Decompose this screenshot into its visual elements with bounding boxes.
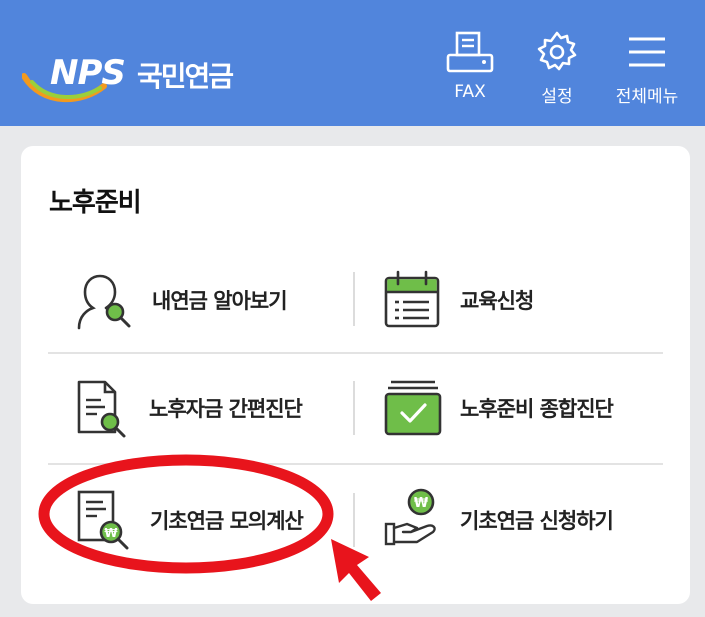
column-divider [353,493,355,547]
logo-text-kr: 국민연금 [137,60,234,93]
retirement-prep-card: 노후준비 내연금 알아보기 교육신청 노후자금 간편진단 노후준비 종합진단 ₩… [21,146,690,604]
svg-text:₩: ₩ [414,496,429,511]
app-header: NPS 국민연금 FAX 설정 전체메뉴 [0,0,705,126]
checklist-stack-icon [384,380,442,436]
row-divider [48,352,663,354]
nps-logo[interactable]: NPS 국민연금 [22,48,262,108]
item-label: 노후준비 종합진단 [460,397,614,421]
fax-label: FAX [454,82,486,102]
svg-text:₩: ₩ [104,526,118,540]
all-menu-label: 전체메뉴 [615,87,679,107]
item-label: 내연금 알아보기 [152,289,288,313]
person-search-icon [77,274,131,330]
item-label: 교육신청 [460,289,534,313]
hamburger-menu-icon [629,37,665,67]
won-document-icon: ₩ [77,490,129,550]
won-hand-icon: ₩ [384,488,436,546]
all-menu-button[interactable]: 전체메뉴 [602,30,692,110]
fax-icon [446,31,494,73]
my-pension-lookup-item[interactable]: 내연금 알아보기 [75,250,375,350]
item-label: 기초연금 모의계산 [150,509,304,533]
retirement-fund-quick-check-item[interactable]: 노후자금 간편진단 [75,358,375,458]
settings-label: 설정 [541,87,573,107]
calendar-icon [384,270,440,328]
card-title: 노후준비 [49,188,142,218]
basic-pension-simulation-item[interactable]: ₩ 기초연금 모의계산 [75,470,375,570]
column-divider [353,381,355,435]
fax-button[interactable]: FAX [425,30,515,110]
education-apply-item[interactable]: 교육신청 [383,250,683,350]
item-label: 노후자금 간편진단 [149,397,303,421]
logo-text-en: NPS [50,53,126,93]
item-label: 기초연금 신청하기 [460,509,614,533]
comprehensive-retirement-check-item[interactable]: 노후준비 종합진단 [383,358,683,458]
row-divider [48,463,663,465]
column-divider [353,272,355,326]
document-search-icon [77,380,126,438]
basic-pension-application-item[interactable]: ₩ 기초연금 신청하기 [383,470,683,570]
settings-button[interactable]: 설정 [512,30,602,110]
gear-icon [537,31,577,71]
